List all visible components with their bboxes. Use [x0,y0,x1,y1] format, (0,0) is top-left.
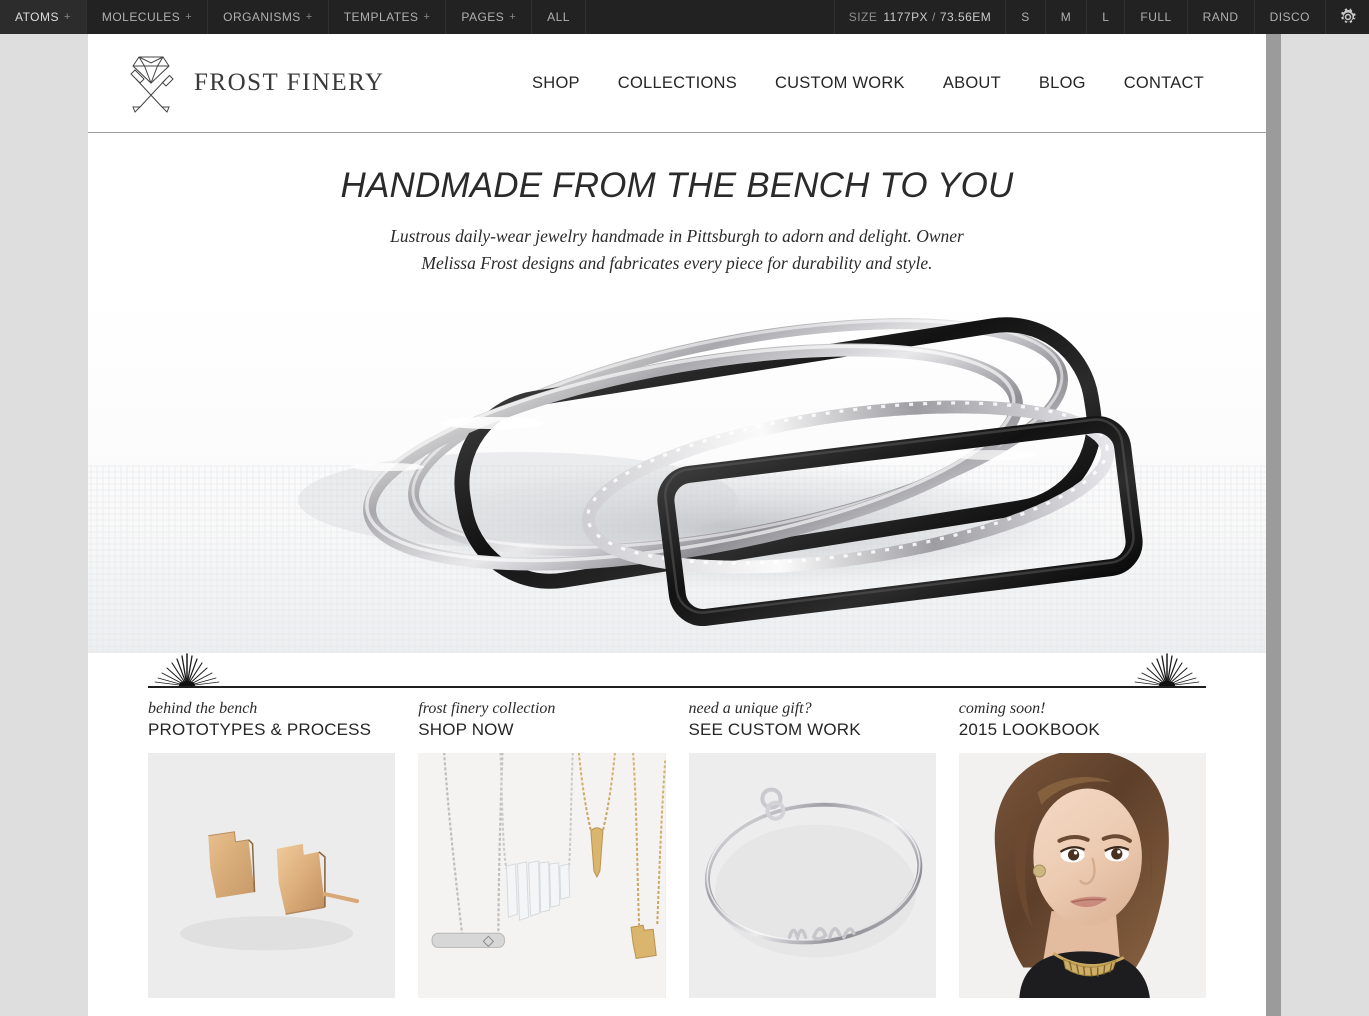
nav-item-shop[interactable]: SHOP [532,74,580,93]
pl-nav-templates[interactable]: TEMPLATES + [329,0,447,34]
plus-icon: + [423,11,431,23]
pl-nav-atoms[interactable]: ATOMS + [0,0,87,34]
promo-eyebrow: coming soon! [958,699,1046,717]
viewport-background-right [1281,34,1369,1016]
nav-item-blog[interactable]: BLOG [1039,74,1086,93]
pl-nav-pages[interactable]: PAGES + [446,0,533,34]
promo-card-lookbook[interactable]: coming soon! 2015 LOOKBOOK [958,699,1206,999]
pl-nav-organisms-label: ORGANISMS [223,10,301,24]
promo-title: PROTOTYPES & PROCESS [148,719,372,739]
promo-image-model-portrait [958,753,1206,999]
gear-icon[interactable] [1325,0,1369,34]
hero-section: HANDMADE FROM THE BENCH TO YOU Lustrous … [88,133,1266,653]
pattern-preview-viewport: FROST FINERY SHOP COLLECTIONS CUSTOM WOR… [88,34,1266,1016]
hero-subtitle: Lustrous daily-wear jewelry handmade in … [390,225,964,273]
size-button-small-label: S [1021,10,1030,24]
size-label: SIZE [848,10,878,24]
size-px-value[interactable]: 1177PX [883,10,928,24]
pl-nav-all[interactable]: ALL [532,0,586,34]
pl-nav-atoms-label: ATOMS [15,10,59,24]
size-em-value[interactable]: 73.56EM [940,10,991,24]
promo-card-custom-work[interactable]: need a unique gift? SEE CUSTOM WORK [688,699,936,999]
pl-nav-all-label: ALL [547,10,570,24]
size-button-disco[interactable]: DISCO [1253,0,1325,34]
size-separator: / [932,10,936,24]
size-button-medium[interactable]: M [1044,0,1086,34]
size-button-full[interactable]: FULL [1124,0,1186,34]
pattern-lab-nav-left: ATOMS + MOLECULES + ORGANISMS + TEMPLATE… [0,0,586,34]
hero-image [88,294,1266,653]
viewport-size-readout: SIZE 1177PX / 73.56EM [833,0,1006,34]
pl-nav-molecules[interactable]: MOLECULES + [87,0,209,34]
sunburst-ornament-icon [1134,652,1200,689]
size-button-random[interactable]: RAND [1186,0,1254,34]
nav-item-contact[interactable]: CONTACT [1124,74,1204,93]
promo-image-gold-pa-studs [148,753,396,999]
promo-row: behind the bench PROTOTYPES & PROCESS fr… [88,699,1266,999]
pl-nav-organisms[interactable]: ORGANISMS + [208,0,329,34]
size-button-disco-label: DISCO [1269,10,1310,24]
size-button-large[interactable]: L [1086,0,1124,34]
pl-nav-templates-label: TEMPLATES [343,10,419,24]
promo-eyebrow: behind the bench [148,699,258,717]
brand-name: FROST FINERY [194,69,385,96]
section-divider [148,653,1206,695]
viewport-resize-handle[interactable] [1266,34,1281,1016]
size-button-small[interactable]: S [1005,0,1044,34]
size-button-large-label: L [1102,10,1110,24]
brand-logo-link[interactable]: FROST FINERY [122,53,385,113]
sunburst-ornament-icon [154,652,220,689]
promo-title: 2015 LOOKBOOK [958,719,1100,739]
plus-icon: + [63,11,71,23]
pattern-lab-nav-right: SIZE 1177PX / 73.56EM S M L FULL RAND DI… [833,0,1369,34]
promo-title: SEE CUSTOM WORK [688,719,861,739]
hero-title: HANDMADE FROM THE BENCH TO YOU [340,166,1014,205]
size-button-full-label: FULL [1140,10,1172,24]
size-button-medium-label: M [1060,10,1072,24]
plus-icon: + [305,11,313,23]
promo-eyebrow: need a unique gift? [688,699,812,717]
plus-icon: + [185,11,193,23]
promo-card-shop-now[interactable]: frost finery collection SHOP NOW [418,699,666,999]
promo-image-layered-necklaces [418,753,666,999]
divider-line [148,685,1206,688]
plus-icon: + [509,11,517,23]
size-button-random-label: RAND [1202,10,1239,24]
nav-item-collections[interactable]: COLLECTIONS [618,74,737,93]
promo-image-silver-script-bangle [688,753,936,999]
promo-card-prototypes[interactable]: behind the bench PROTOTYPES & PROCESS [148,699,396,999]
nav-item-custom-work[interactable]: CUSTOM WORK [775,74,905,93]
pl-nav-molecules-label: MOLECULES [101,10,181,24]
site-header: FROST FINERY SHOP COLLECTIONS CUSTOM WOR… [88,34,1266,133]
promo-title: SHOP NOW [418,719,514,739]
pattern-lab-toolbar: ATOMS + MOLECULES + ORGANISMS + TEMPLATE… [0,0,1369,34]
main-navigation: SHOP COLLECTIONS CUSTOM WORK ABOUT BLOG … [532,74,1226,93]
viewport-background-left [0,34,88,1016]
pl-nav-pages-label: PAGES [461,10,505,24]
nav-item-about[interactable]: ABOUT [943,74,1001,93]
diamond-hammer-graver-logo-icon [122,53,180,113]
promo-eyebrow: frost finery collection [418,699,556,717]
